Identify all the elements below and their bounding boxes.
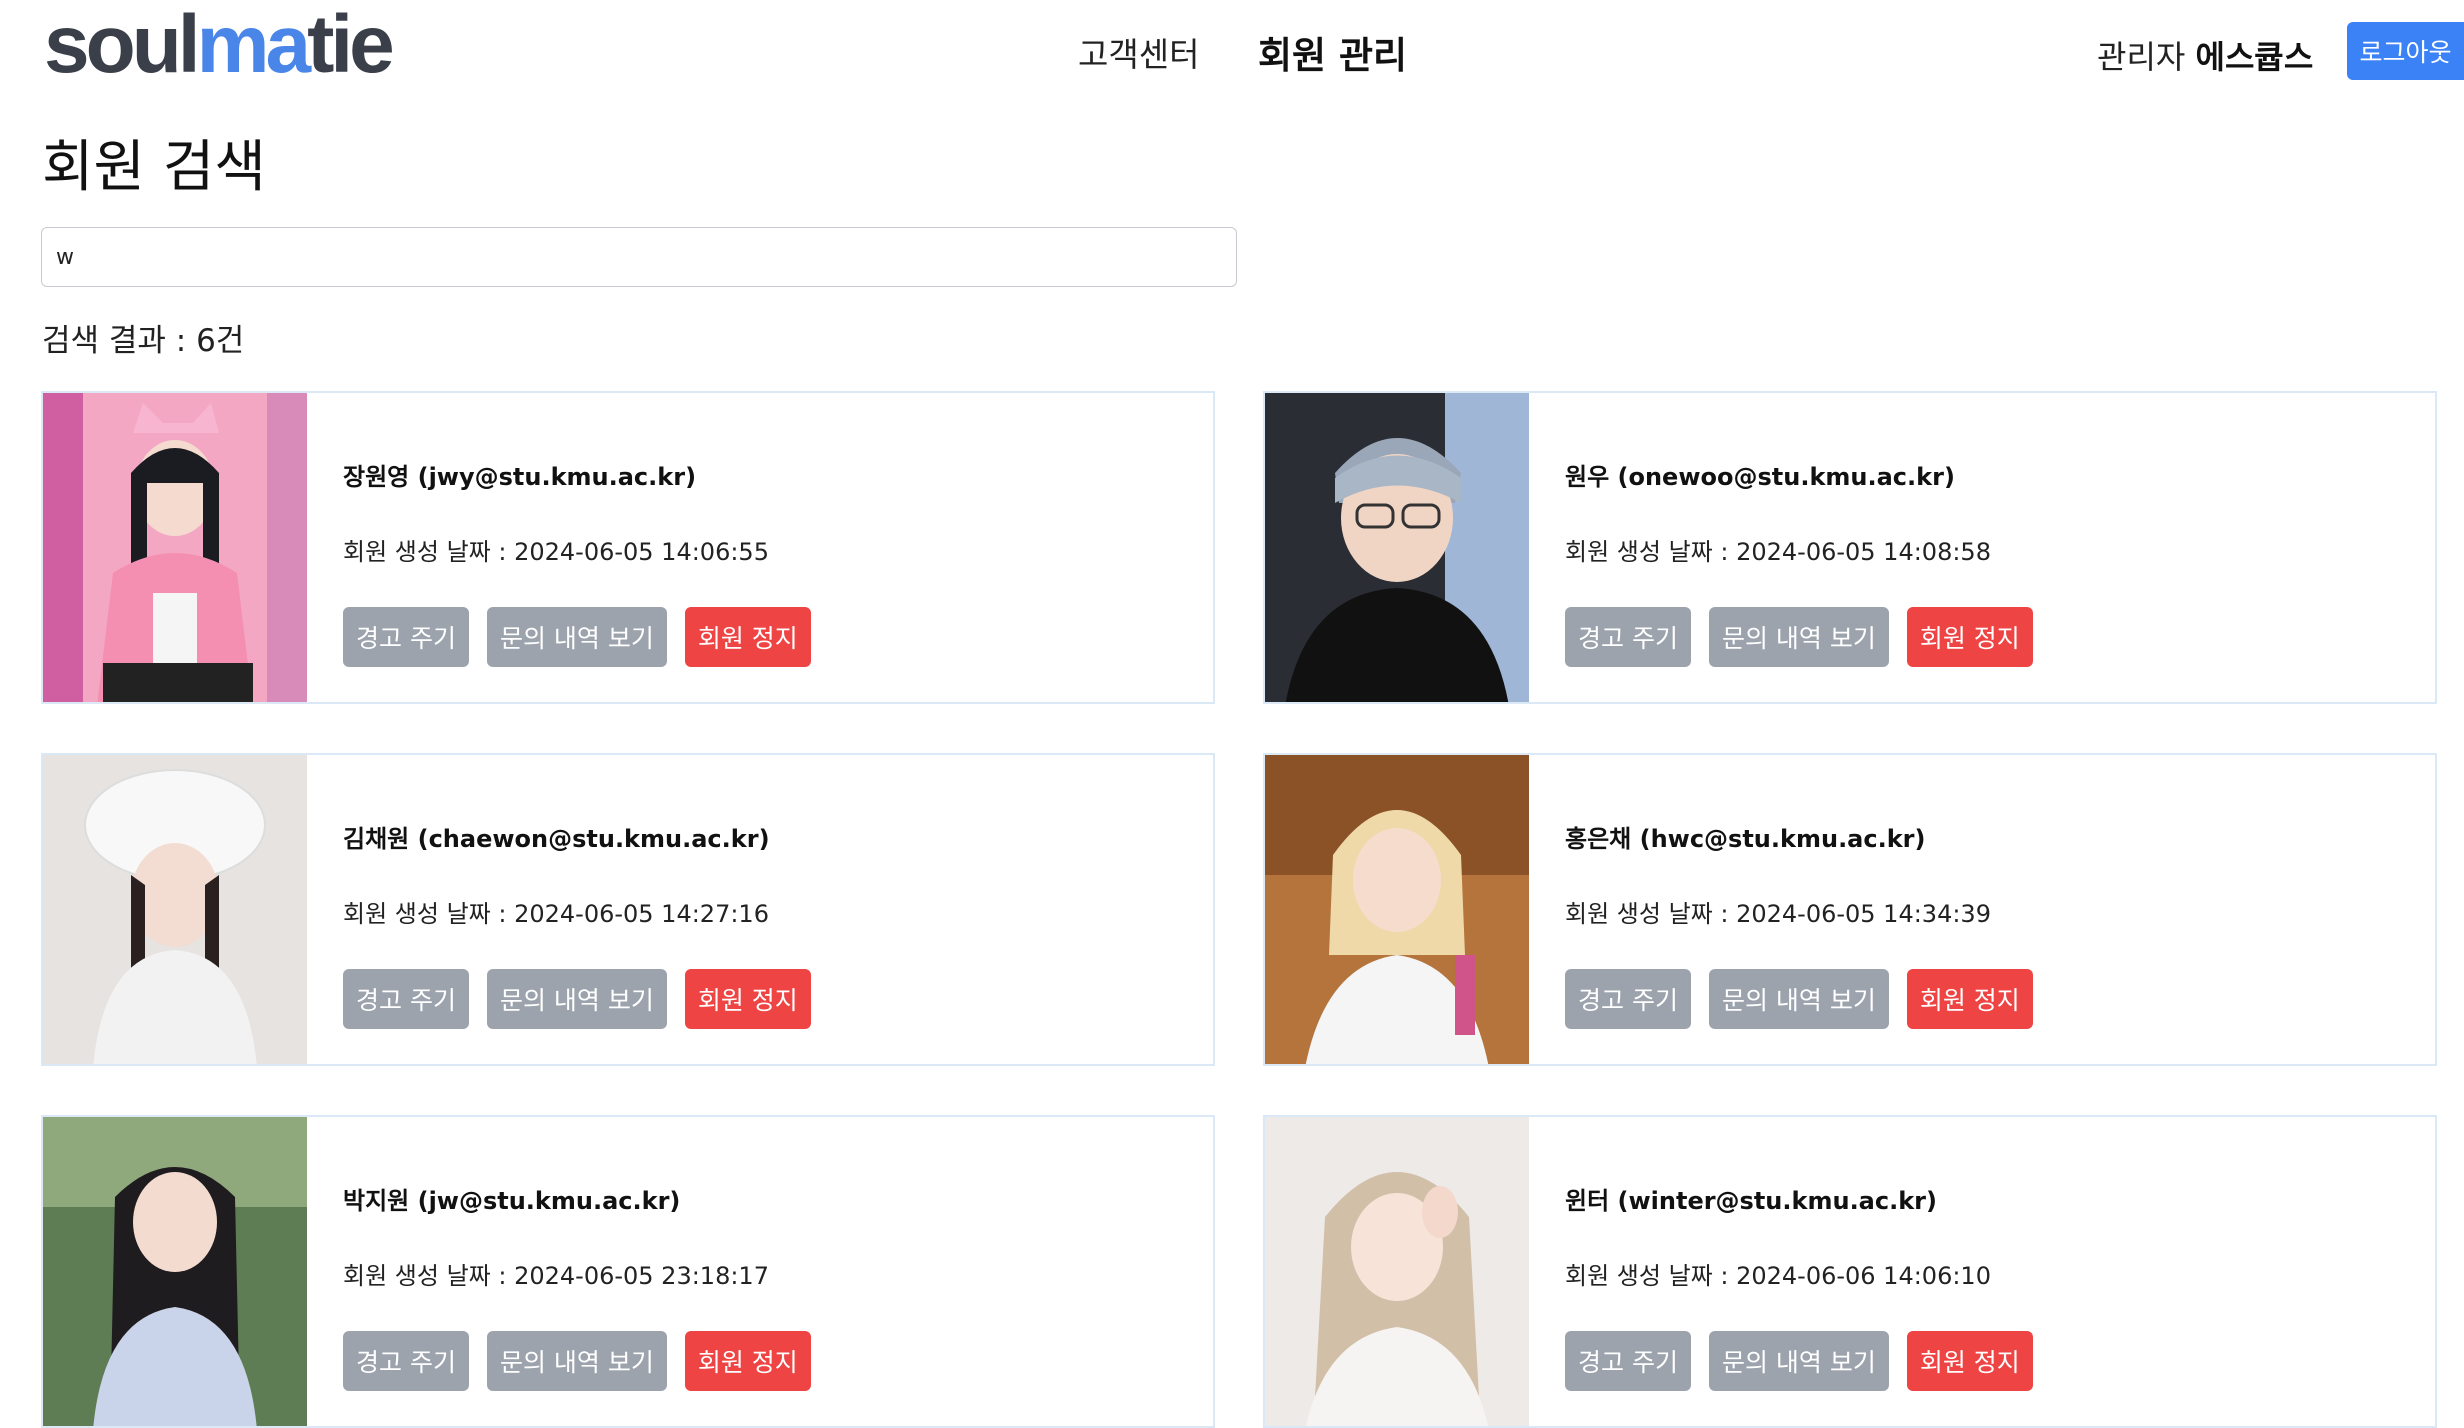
- member-created-date: 회원 생성 날짜 : 2024-06-05 14:08:58: [1565, 538, 1991, 566]
- admin-name: 에스큡스: [2195, 38, 2314, 76]
- warn-button[interactable]: 경고 주기: [1565, 1331, 1691, 1391]
- admin-label: 관리자 에스큡스: [2097, 38, 2314, 76]
- member-created-date: 회원 생성 날짜 : 2024-06-06 14:06:10: [1565, 1262, 1991, 1290]
- view-inquiries-button[interactable]: 문의 내역 보기: [1708, 969, 1889, 1029]
- member-photo: [1265, 755, 1529, 1064]
- suspend-member-button[interactable]: 회원 정지: [1906, 607, 2033, 667]
- navbar: soulmatie 고객센터 회원 관리 관리자 에스큡스 로그아웃: [0, 0, 2464, 106]
- view-inquiries-button[interactable]: 문의 내역 보기: [486, 969, 667, 1029]
- member-created-date: 회원 생성 날짜 : 2024-06-05 14:27:16: [343, 900, 769, 928]
- member-name: 박지원 (jw@stu.kmu.ac.kr): [343, 1187, 681, 1215]
- logo[interactable]: soulmatie: [44, 4, 395, 86]
- member-card: 윈터 (winter@stu.kmu.ac.kr) 회원 생성 날짜 : 202…: [1263, 1115, 2437, 1428]
- member-name: 원우 (onewoo@stu.kmu.ac.kr): [1565, 463, 1955, 491]
- member-card: 장원영 (jwy@stu.kmu.ac.kr) 회원 생성 날짜 : 2024-…: [41, 391, 1215, 704]
- member-created-date: 회원 생성 날짜 : 2024-06-05 14:06:55: [343, 538, 769, 566]
- member-created-date: 회원 생성 날짜 : 2024-06-05 23:18:17: [343, 1262, 769, 1290]
- suspend-member-button[interactable]: 회원 정지: [684, 607, 811, 667]
- member-name: 윈터 (winter@stu.kmu.ac.kr): [1565, 1187, 1937, 1215]
- search-input[interactable]: [41, 227, 1237, 287]
- suspend-member-button[interactable]: 회원 정지: [1906, 969, 2033, 1029]
- warn-button[interactable]: 경고 주기: [343, 969, 469, 1029]
- member-photo: [1265, 393, 1529, 702]
- warn-button[interactable]: 경고 주기: [1565, 607, 1691, 667]
- logout-button[interactable]: 로그아웃: [2347, 22, 2464, 80]
- member-name: 김채원 (chaewon@stu.kmu.ac.kr): [343, 825, 770, 853]
- member-photo: [43, 393, 307, 702]
- suspend-member-button[interactable]: 회원 정지: [684, 1331, 811, 1391]
- warn-button[interactable]: 경고 주기: [343, 1331, 469, 1391]
- view-inquiries-button[interactable]: 문의 내역 보기: [1708, 1331, 1889, 1391]
- warn-button[interactable]: 경고 주기: [1565, 969, 1691, 1029]
- view-inquiries-button[interactable]: 문의 내역 보기: [1708, 607, 1889, 667]
- view-inquiries-button[interactable]: 문의 내역 보기: [486, 607, 667, 667]
- member-photo: [43, 755, 307, 1064]
- page-title: 회원 검색: [42, 135, 266, 200]
- nav-customer-center[interactable]: 고객센터: [1078, 28, 1199, 76]
- member-photo: [43, 1117, 307, 1426]
- member-card: 원우 (onewoo@stu.kmu.ac.kr) 회원 생성 날짜 : 202…: [1263, 391, 2437, 704]
- member-card: 홍은채 (hwc@stu.kmu.ac.kr) 회원 생성 날짜 : 2024-…: [1263, 753, 2437, 1066]
- warn-button[interactable]: 경고 주기: [343, 607, 469, 667]
- member-name: 홍은채 (hwc@stu.kmu.ac.kr): [1565, 825, 1926, 853]
- member-photo: [1265, 1117, 1529, 1426]
- suspend-member-button[interactable]: 회원 정지: [1906, 1331, 2033, 1391]
- member-card: 김채원 (chaewon@stu.kmu.ac.kr) 회원 생성 날짜 : 2…: [41, 753, 1215, 1066]
- member-name: 장원영 (jwy@stu.kmu.ac.kr): [343, 463, 697, 491]
- member-card: 박지원 (jw@stu.kmu.ac.kr) 회원 생성 날짜 : 2024-0…: [41, 1115, 1215, 1428]
- suspend-member-button[interactable]: 회원 정지: [684, 969, 811, 1029]
- nav-member-management[interactable]: 회원 관리: [1258, 25, 1407, 79]
- view-inquiries-button[interactable]: 문의 내역 보기: [486, 1331, 667, 1391]
- search-result-count: 검색 결과 : 6건: [42, 323, 245, 359]
- member-created-date: 회원 생성 날짜 : 2024-06-05 14:34:39: [1565, 900, 1991, 928]
